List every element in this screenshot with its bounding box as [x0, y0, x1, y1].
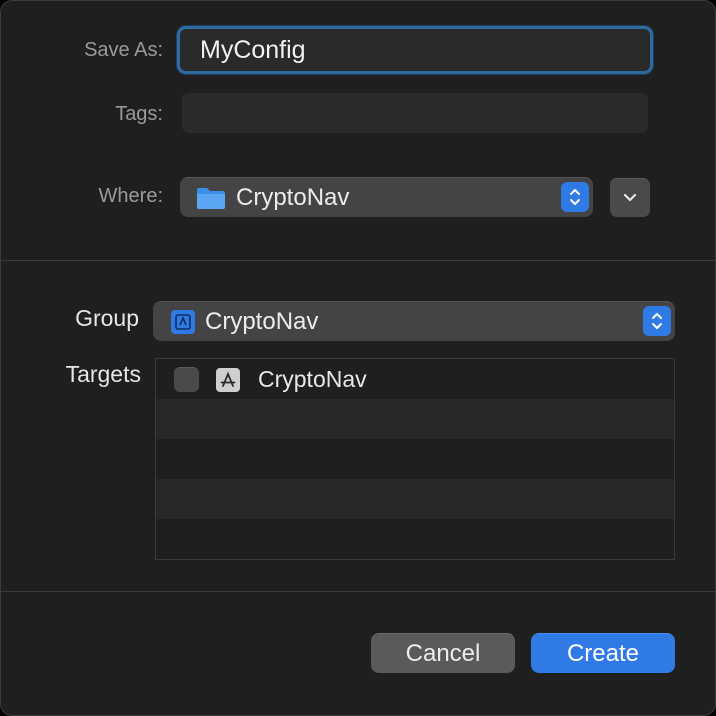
empty-row [156, 519, 674, 559]
empty-row [156, 399, 674, 439]
group-popup[interactable]: CryptoNav [153, 301, 675, 341]
tags-field[interactable] [182, 93, 648, 133]
filename-field-container [177, 26, 653, 74]
where-popup[interactable]: CryptoNav [180, 177, 593, 217]
footer-divider [1, 591, 715, 592]
where-label: Where: [98, 185, 163, 207]
group-value: CryptoNav [205, 307, 319, 335]
group-label: Group [75, 305, 139, 331]
save-dialog: Save As: Tags: Where: CryptoNav Group [0, 0, 716, 716]
group-folder-icon [171, 309, 195, 334]
cancel-button[interactable]: Cancel [371, 633, 515, 673]
target-row[interactable]: CryptoNav [156, 359, 674, 399]
app-target-icon [216, 368, 240, 392]
where-value: CryptoNav [236, 183, 350, 211]
popup-stepper-icon [643, 306, 671, 336]
targets-list: CryptoNav [155, 358, 675, 560]
tags-label: Tags: [115, 103, 163, 125]
expand-button[interactable] [610, 178, 650, 217]
create-button[interactable]: Create [531, 633, 675, 673]
empty-row [156, 439, 674, 479]
chevron-down-icon [623, 193, 637, 202]
tags-field-container [182, 93, 648, 133]
section-divider [1, 260, 715, 261]
empty-row [156, 479, 674, 519]
filename-field[interactable] [180, 29, 650, 71]
target-checkbox[interactable] [174, 367, 199, 392]
target-name: CryptoNav [258, 366, 367, 392]
targets-label: Targets [65, 361, 141, 387]
save-as-label: Save As: [84, 39, 163, 61]
popup-stepper-icon [561, 182, 589, 212]
folder-icon [197, 187, 225, 209]
